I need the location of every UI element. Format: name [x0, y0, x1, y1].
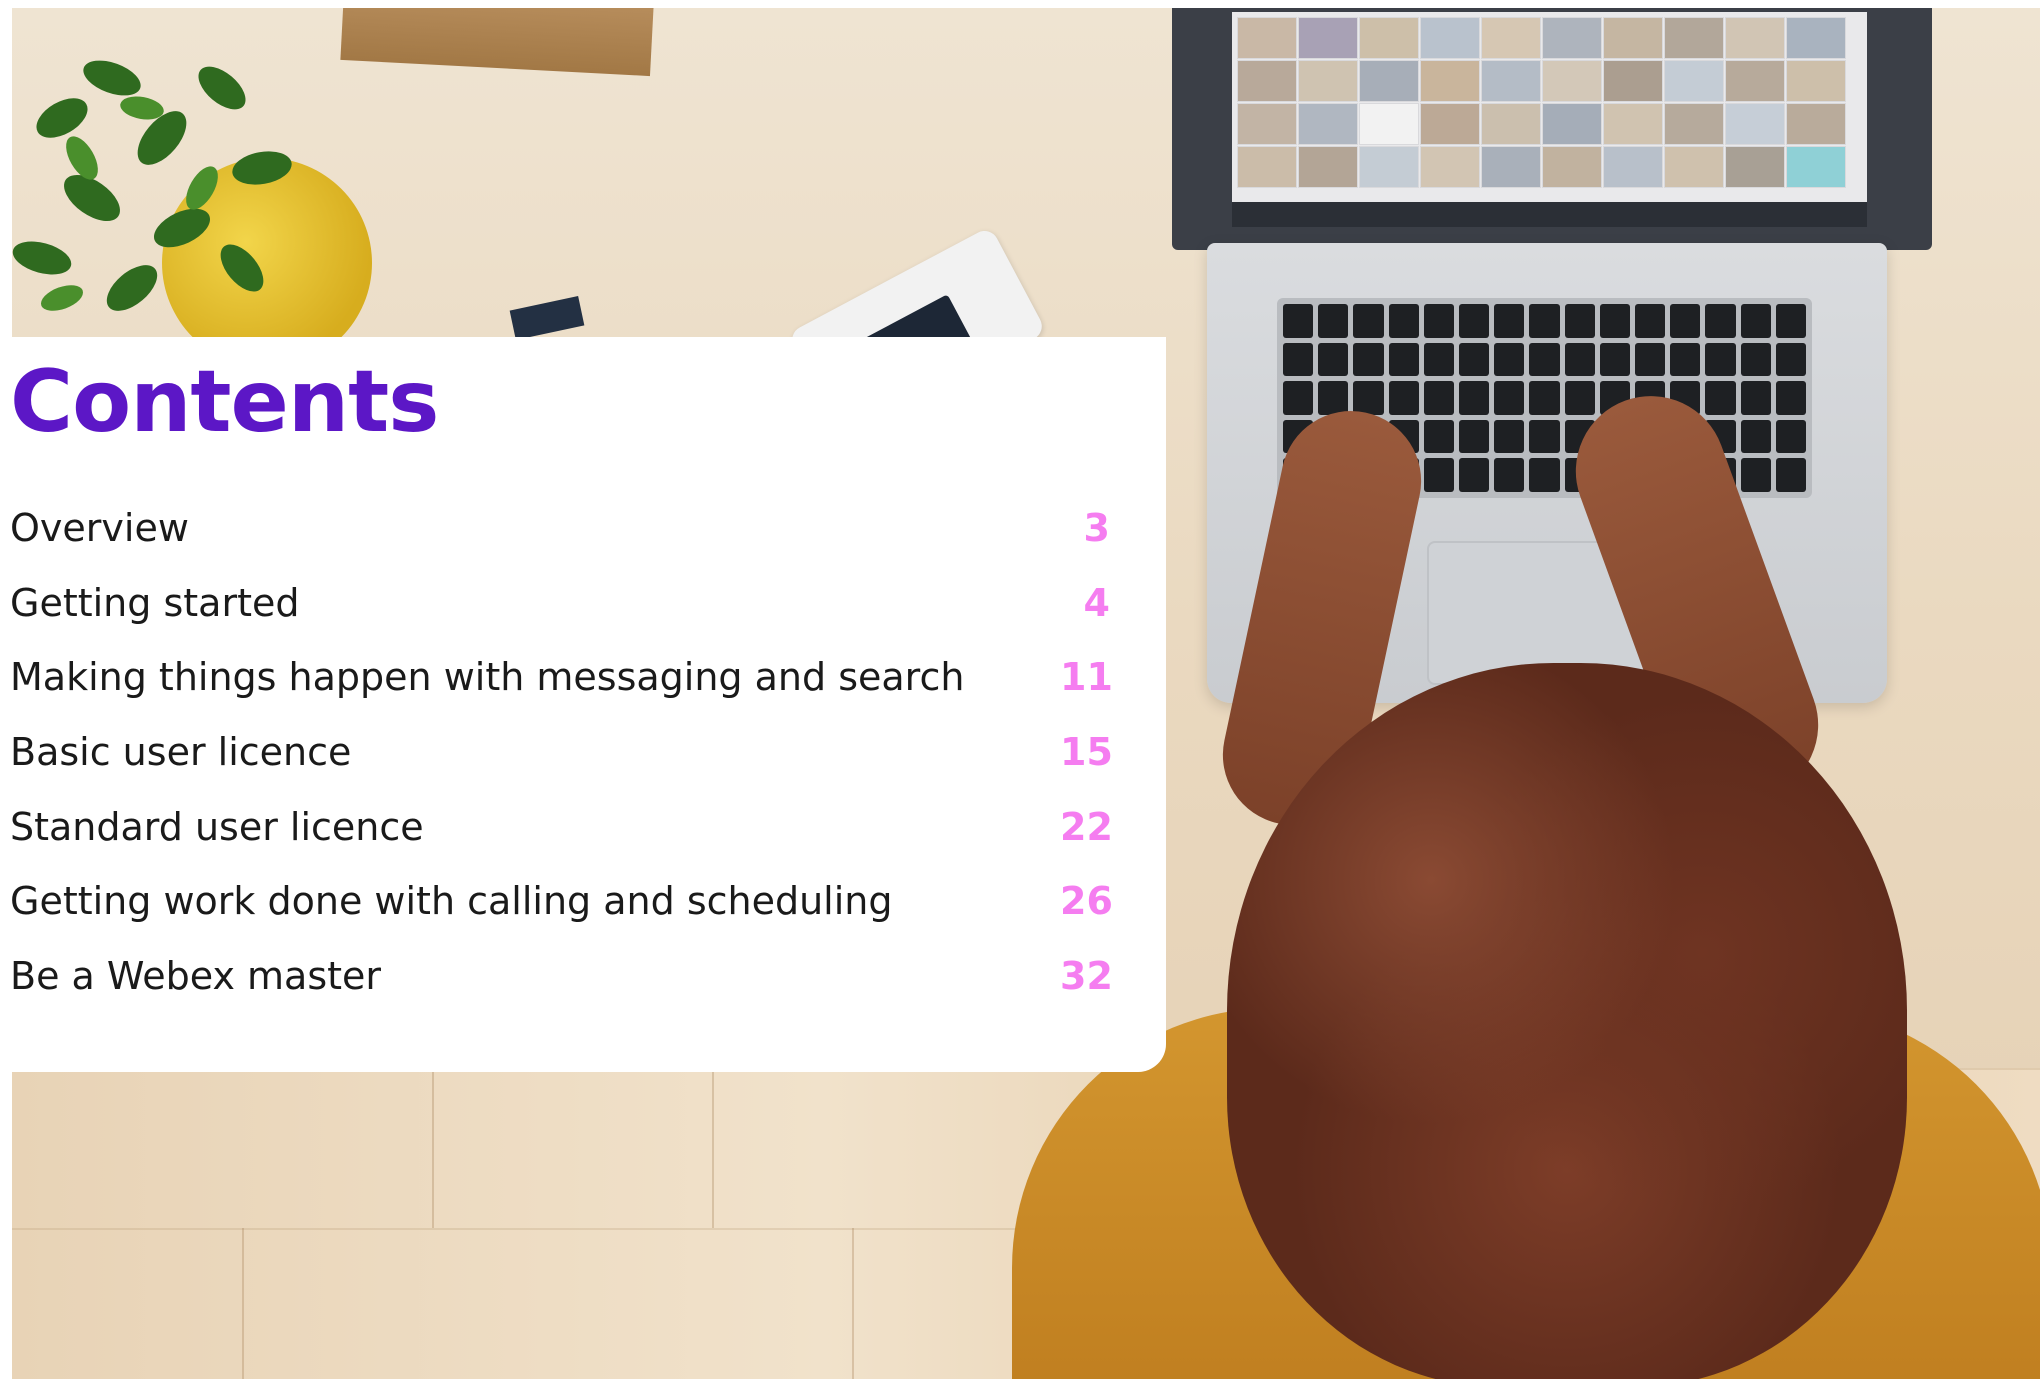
toc-page-number: 3	[1083, 506, 1110, 550]
toc-item-basic-user-licence[interactable]: Basic user licence 15	[10, 730, 1113, 806]
toc-label: Basic user licence	[10, 730, 352, 775]
toc-item-standard-user-licence[interactable]: Standard user licence 22	[10, 804, 1113, 881]
floor-seam	[242, 1228, 244, 1379]
toc-label: Overview	[10, 506, 189, 550]
floor-seam	[852, 1228, 854, 1379]
table-of-contents: Overview 3 Getting started 4 Making thin…	[10, 506, 1113, 1030]
toc-item-messaging-and-search[interactable]: Making things happen with messaging and …	[10, 655, 1113, 731]
toc-label: Be a Webex master	[10, 954, 382, 999]
hair	[1227, 663, 1907, 1379]
toc-item-getting-started[interactable]: Getting started 4	[10, 580, 1110, 657]
toc-page-number: 22	[1060, 804, 1113, 849]
floor-seam	[712, 1068, 714, 1228]
toc-label: Standard user licence	[10, 804, 424, 849]
toc-item-calling-and-scheduling[interactable]: Getting work done with calling and sched…	[10, 879, 1113, 955]
notebook	[509, 296, 585, 340]
laptop-icon	[1172, 8, 1932, 250]
paper-bag	[340, 8, 654, 77]
toc-page-number: 15	[1060, 730, 1113, 775]
video-call-grid-icon	[1232, 12, 1867, 227]
toc-page-number: 4	[1083, 580, 1110, 625]
toc-item-webex-master[interactable]: Be a Webex master 32	[10, 954, 1113, 1030]
page-title: Contents	[10, 352, 439, 452]
contents-panel: Contents Overview 3 Getting started 4 Ma…	[0, 337, 1166, 1072]
toc-label: Getting started	[10, 580, 300, 625]
toc-page-number: 11	[1060, 655, 1113, 700]
toc-item-overview[interactable]: Overview 3	[10, 506, 1110, 582]
floor-seam	[432, 1068, 434, 1228]
plant-leaves	[12, 60, 292, 311]
toc-page-number: 26	[1060, 879, 1113, 924]
toc-label: Making things happen with messaging and …	[10, 655, 965, 700]
toc-page-number: 32	[1060, 954, 1113, 999]
toc-label: Getting work done with calling and sched…	[10, 879, 893, 924]
